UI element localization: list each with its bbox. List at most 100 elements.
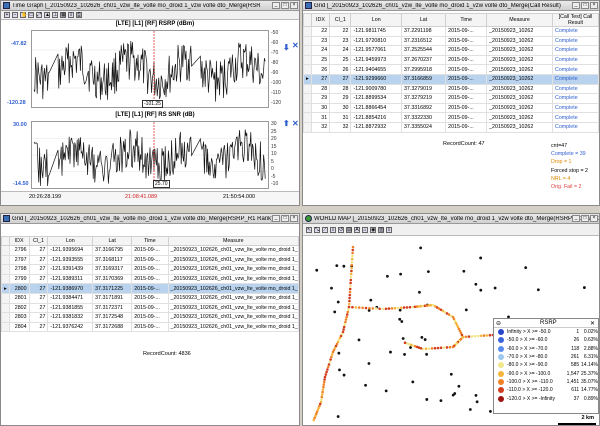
legend-item[interactable]: -70.0 > X >= -80.0 261 6.31% bbox=[494, 353, 598, 361]
globe-tool-icon[interactable]: ◉ bbox=[370, 226, 376, 233]
zoom-icon[interactable]: ⌕ bbox=[330, 226, 336, 233]
table-row[interactable]: 2796 27 -121.9395694 37.3166795 2015-09-... _… bbox=[1, 245, 299, 256]
row-indicator[interactable]: ▸ bbox=[1, 283, 10, 294]
grid-icon[interactable]: ▦ bbox=[60, 12, 66, 18]
col-lon[interactable]: Lon bbox=[350, 13, 402, 27]
col-lon[interactable]: Lon bbox=[47, 236, 94, 246]
fit-icon[interactable]: ⤢ bbox=[36, 12, 42, 18]
table-row[interactable]: 25 25 -121.9459973 37.2670237 2015-09-... _20… bbox=[303, 54, 599, 66]
col-idx[interactable]: IDX bbox=[310, 13, 331, 27]
select-icon[interactable]: ▭ bbox=[28, 12, 34, 18]
col-cl1[interactable]: Cl_1 bbox=[28, 236, 49, 246]
close-icon[interactable]: × bbox=[290, 2, 298, 9]
table-row[interactable]: 2799 27 -121.9389311 37.3170369 2015-09-... _… bbox=[1, 273, 299, 285]
row-indicator[interactable] bbox=[1, 312, 10, 323]
table-row[interactable]: 32 32 -121.8872932 37.3355024 2015-09-... _20… bbox=[303, 121, 599, 133]
table-row[interactable]: 28 28 -121.9009780 37.3279019 2015-09-... _20… bbox=[303, 83, 599, 95]
table-row[interactable]: 31 31 -121.8854216 37.3322330 2015-09-... _20… bbox=[303, 112, 599, 123]
maximize-icon[interactable]: □ bbox=[581, 2, 589, 9]
close-icon[interactable]: × bbox=[290, 215, 298, 222]
legend-item[interactable]: -50.0 > X >= -60.0 26 0.63% bbox=[494, 336, 598, 344]
table-row[interactable]: 2798 27 -121.9391439 37.3169317 2015-09-... _… bbox=[1, 264, 299, 275]
row-indicator[interactable] bbox=[303, 83, 312, 95]
marker-icon[interactable]: ▲ bbox=[44, 12, 50, 18]
row-indicator[interactable] bbox=[303, 35, 312, 47]
row-indicator[interactable]: ▸ bbox=[303, 73, 312, 85]
minimize-icon[interactable]: _ bbox=[572, 215, 580, 222]
label-icon[interactable]: A bbox=[354, 226, 360, 233]
rsrp-legend[interactable]: ⊖ RSRP ✕ Infinity > X >= -50.0 1 0.02% -50.… bbox=[493, 318, 599, 414]
pointer-icon[interactable]: ↖ bbox=[306, 226, 312, 233]
maximize-icon[interactable]: □ bbox=[281, 2, 289, 9]
table-row[interactable]: ▸ 2800 27 -121.9386970 37.3171225 2015-09-...… bbox=[1, 283, 299, 294]
row-indicator[interactable] bbox=[303, 54, 312, 66]
remove-chart-icon-2[interactable]: ✕ bbox=[292, 119, 299, 128]
legend-item[interactable]: -90.0 > X >= -100.0 1,547 25.37% bbox=[494, 369, 598, 377]
table-row[interactable]: ▸ 27 27 -121.9299660 37.3166859 2015-09-... _2… bbox=[303, 73, 599, 85]
call-result-grid-titlebar[interactable]: Grid [_20150923_102626_ch01_vzw_lte_volt… bbox=[303, 1, 599, 11]
legend-icon[interactable]: ▥ bbox=[378, 226, 384, 233]
table-row[interactable]: 2804 27 -121.9376242 37.3172688 2015-09-... _… bbox=[1, 321, 299, 333]
rsrp-plot[interactable] bbox=[31, 30, 269, 108]
site-icon[interactable]: ⌂ bbox=[362, 226, 368, 233]
row-indicator[interactable] bbox=[303, 112, 312, 123]
legend-item[interactable]: -120.0 > X >= -Infinity 37 0.89% bbox=[494, 394, 598, 402]
measure-icon[interactable]: ⟋ bbox=[322, 226, 328, 233]
table-row[interactable]: 23 23 -121.9720810 37.2316512 2015-09-... _20… bbox=[303, 35, 599, 47]
minimize-icon[interactable]: _ bbox=[272, 2, 280, 9]
row-indicator[interactable] bbox=[1, 273, 10, 285]
table-row[interactable]: 2797 27 -121.9393555 37.3168117 2015-09-... _… bbox=[1, 254, 299, 266]
print-icon[interactable]: ⎙ bbox=[76, 12, 82, 18]
table-row[interactable]: 26 26 -121.9404655 37.2995918 2015-09-... _20… bbox=[303, 64, 599, 75]
remove-chart-icon[interactable]: ✕ bbox=[292, 41, 299, 50]
row-indicator[interactable] bbox=[1, 254, 10, 266]
table-row[interactable]: 2803 27 -121.9381832 37.3172548 2015-09-... _… bbox=[1, 312, 299, 323]
table-row[interactable]: 2802 27 -121.9381855 37.3172371 2015-09-... _… bbox=[1, 302, 299, 314]
row-indicator[interactable] bbox=[1, 292, 10, 304]
pan-icon[interactable]: ✋ bbox=[20, 12, 27, 18]
close-icon[interactable]: × bbox=[590, 215, 598, 222]
col-measure[interactable]: Measure bbox=[486, 13, 553, 27]
maximize-icon[interactable]: □ bbox=[281, 215, 289, 222]
legend-item[interactable]: -110.0 > X >= -120.0 611 14.77% bbox=[494, 386, 598, 394]
row-indicator[interactable] bbox=[1, 302, 10, 314]
export-map-icon[interactable]: ⇩ bbox=[386, 226, 392, 233]
snr-plot[interactable] bbox=[31, 121, 269, 189]
legend-collapse-icon[interactable]: ⊖ bbox=[496, 320, 501, 327]
row-indicator[interactable] bbox=[303, 93, 312, 104]
world-map-titlebar[interactable]: WORLD MAP [_20150923_102626_ch01_vzw_lte… bbox=[303, 214, 599, 224]
minimize-icon[interactable]: _ bbox=[572, 2, 580, 9]
row-indicator[interactable] bbox=[1, 245, 10, 256]
time-graph-titlebar[interactable]: Time Graph [_20150923_102626_ch01_vzw_lt… bbox=[1, 1, 299, 11]
col-time[interactable]: Time bbox=[445, 13, 488, 27]
table-row[interactable]: 2801 27 -121.9384471 37.3171891 2015-09-... _… bbox=[1, 292, 299, 304]
row-indicator[interactable] bbox=[303, 102, 312, 114]
close-icon[interactable]: × bbox=[590, 2, 598, 9]
col-lat[interactable]: Lat bbox=[400, 13, 447, 27]
row-indicator[interactable] bbox=[303, 64, 312, 75]
legend-item[interactable]: Infinity > X >= -50.0 1 0.02% bbox=[494, 328, 598, 336]
table-row[interactable]: 29 29 -121.8899534 37.3279219 2015-09-... _20… bbox=[303, 93, 599, 104]
rsrp-grid-titlebar[interactable]: Grid [_20150923_102626_ch01_vzw_lte_volt… bbox=[1, 214, 299, 224]
col-idx[interactable]: IDX bbox=[8, 236, 30, 246]
zoom-box-icon[interactable]: ⤡ bbox=[314, 226, 320, 233]
col-cl1[interactable]: Cl_1 bbox=[329, 13, 352, 27]
zoom-out-icon[interactable]: − bbox=[12, 12, 18, 18]
row-indicator[interactable] bbox=[1, 264, 10, 275]
table-row[interactable]: 22 22 -121.9811745 37.2291198 2015-09-... _20… bbox=[303, 26, 599, 37]
col-call-result[interactable]: [Call Test] Call Result bbox=[552, 13, 599, 27]
time-axis-bar[interactable]: 20:26:28.199 21:08:41.089 21:50:54.000 bbox=[1, 191, 299, 205]
row-indicator[interactable] bbox=[303, 121, 312, 133]
row-indicator[interactable] bbox=[303, 26, 312, 37]
legend-item[interactable]: -100.0 > X >= -110.0 1,451 35.07% bbox=[494, 378, 598, 386]
route-icon[interactable]: ↺ bbox=[338, 226, 344, 233]
col-lat[interactable]: Lat bbox=[92, 236, 133, 246]
col-measure[interactable]: Measure bbox=[167, 236, 299, 246]
arrow-down-icon[interactable]: ⬇ bbox=[283, 43, 290, 52]
layer-icon[interactable]: ▤ bbox=[346, 226, 352, 233]
row-indicator[interactable] bbox=[1, 321, 10, 333]
maximize-icon[interactable]: □ bbox=[581, 215, 589, 222]
zoom-in-icon[interactable]: + bbox=[4, 12, 10, 18]
col-time[interactable]: Time bbox=[131, 236, 169, 246]
legend-item[interactable]: -80.0 > X >= -90.0 585 14.14% bbox=[494, 361, 598, 369]
